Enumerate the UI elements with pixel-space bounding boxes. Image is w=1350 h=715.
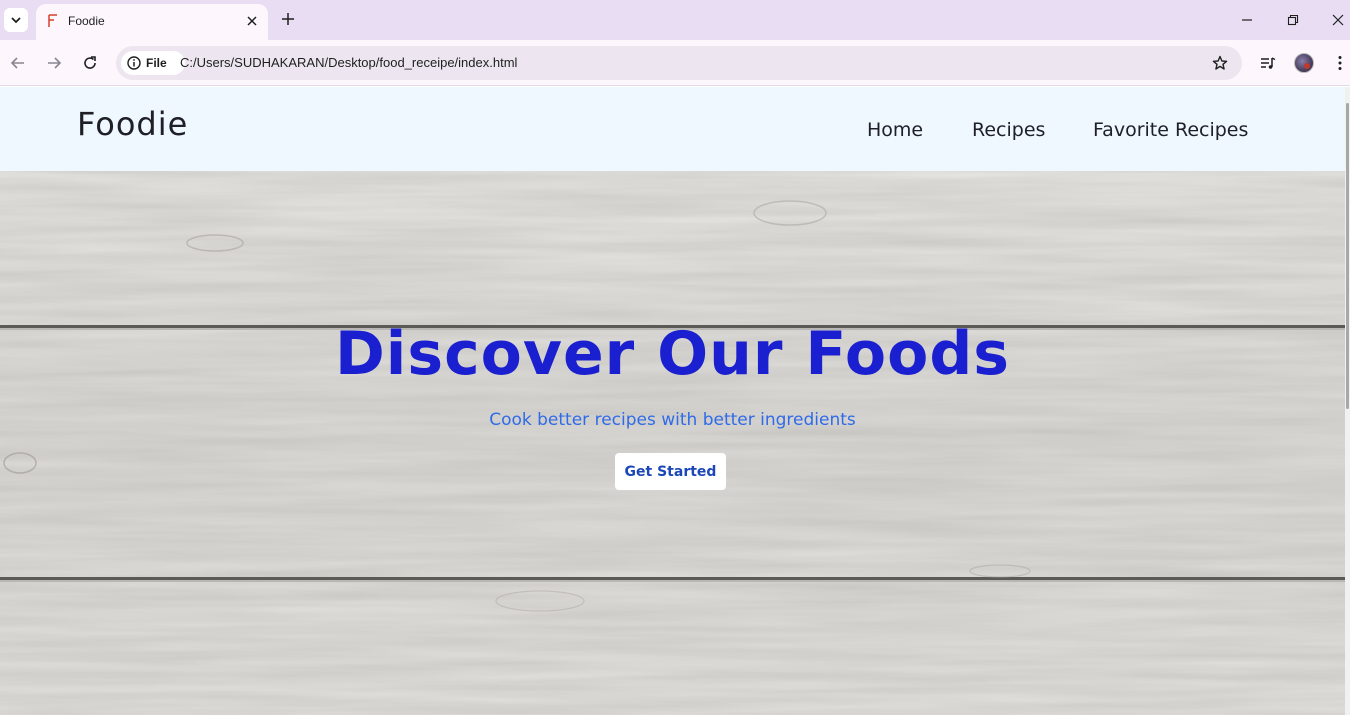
hero-title: Discover Our Foods (334, 319, 1010, 389)
url-text[interactable]: C:/Users/SUDHAKARAN/Desktop/food_receipe… (180, 55, 517, 70)
browser-tab[interactable]: Foodie (36, 4, 268, 40)
address-bar[interactable]: File C:/Users/SUDHAKARAN/Desktop/food_re… (116, 46, 1242, 80)
media-control-button[interactable] (1256, 51, 1280, 75)
arrow-right-icon (48, 57, 62, 69)
browser-tab-strip: Foodie (0, 0, 1350, 40)
restore-button[interactable] (1281, 8, 1305, 32)
site-info-chip[interactable]: File (121, 51, 185, 75)
bookmark-button[interactable] (1210, 53, 1230, 73)
site-logo[interactable]: Foodie (77, 105, 188, 143)
avatar (1294, 53, 1314, 73)
scrollbar-thumb[interactable] (1346, 103, 1349, 409)
site-header: Foodie Home Recipes Favorite Recipes (0, 87, 1345, 171)
reload-icon (84, 56, 96, 69)
address-chip-label: File (146, 56, 167, 70)
close-icon (1332, 14, 1344, 26)
page-scrollbar[interactable] (1345, 87, 1350, 715)
hero-subtitle: Cook better recipes with better ingredie… (489, 410, 856, 430)
restore-icon (1287, 14, 1299, 26)
nav-link-favorite-recipes[interactable]: Favorite Recipes (1093, 119, 1248, 141)
star-icon (1212, 55, 1228, 70)
hero-section: Discover Our Foods Cook better recipes w… (0, 171, 1345, 715)
media-control-icon (1261, 57, 1276, 69)
forward-button[interactable] (42, 51, 66, 75)
tab-title: Foodie (68, 14, 105, 28)
tab-close-button[interactable] (244, 13, 260, 29)
wood-background-image (0, 171, 1345, 715)
browser-toolbar: File C:/Users/SUDHAKARAN/Desktop/food_re… (0, 40, 1350, 86)
tab-search-button[interactable] (4, 8, 28, 32)
get-started-button[interactable]: Get Started (615, 453, 726, 490)
profile-button[interactable] (1292, 51, 1316, 75)
plus-icon (282, 13, 294, 25)
close-window-button[interactable] (1326, 8, 1350, 32)
foodie-favicon-icon (48, 14, 57, 27)
kebab-menu-icon (1338, 56, 1342, 70)
info-icon (127, 56, 141, 70)
minimize-icon (1242, 19, 1252, 21)
minimize-button[interactable] (1235, 8, 1259, 32)
arrow-left-icon (10, 57, 24, 69)
close-icon (247, 16, 257, 26)
back-button[interactable] (6, 51, 30, 75)
new-tab-button[interactable] (278, 9, 298, 29)
chevron-down-icon (11, 17, 21, 24)
reload-button[interactable] (78, 51, 102, 75)
nav-link-home[interactable]: Home (867, 119, 923, 141)
menu-button[interactable] (1328, 51, 1350, 75)
nav-link-recipes[interactable]: Recipes (972, 119, 1045, 141)
page-viewport: Foodie Home Recipes Favorite Recipes Dis… (0, 87, 1350, 715)
